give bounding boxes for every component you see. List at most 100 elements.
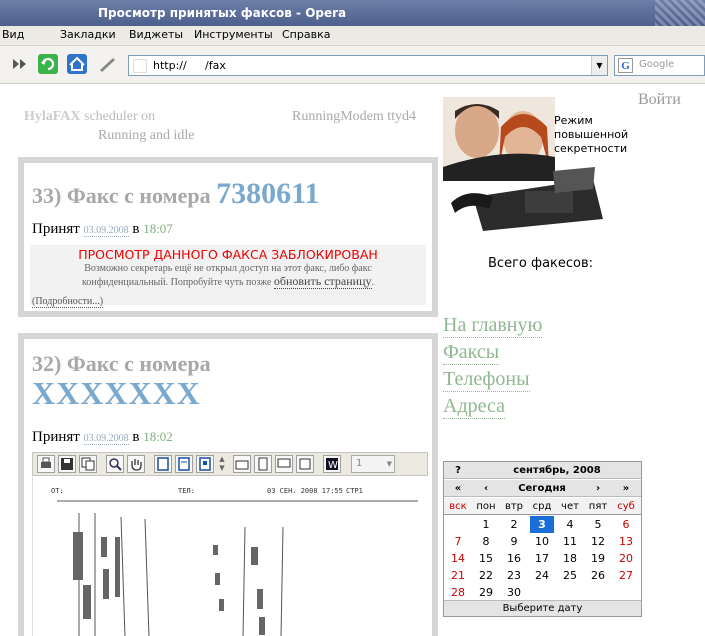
today-button[interactable]: Сегодня (500, 480, 584, 497)
calendar-day[interactable]: 13 (612, 533, 640, 550)
fax-heading: 33) Факс с номера 7380611 (32, 177, 319, 211)
next-month-button[interactable]: › (584, 480, 612, 497)
zoom-stepper[interactable]: ▲ ▼ (217, 455, 227, 473)
menu-help[interactable]: Справка (282, 28, 330, 41)
calendar-day (444, 516, 472, 533)
prev-month-button[interactable]: ‹ (472, 480, 500, 497)
calendar-day[interactable]: 9 (500, 533, 528, 550)
calendar-week: 7 8 9 10 11 12 13 (444, 533, 641, 550)
calendar-day[interactable]: 3 (530, 516, 554, 533)
calendar-day[interactable]: 11 (556, 533, 584, 550)
print-icon[interactable] (37, 455, 55, 473)
calendar-day[interactable]: 8 (472, 533, 500, 550)
calendar-day[interactable]: 30 (500, 584, 528, 601)
address-dropdown-icon[interactable]: ▼ (591, 56, 607, 75)
address-bar[interactable]: http:// /fax ▼ (128, 55, 608, 76)
calendar-day[interactable]: 14 (444, 550, 472, 567)
calendar-footer: Выберите дату (444, 600, 641, 616)
calendar-day[interactable]: 22 (472, 567, 500, 584)
received-in: в (132, 221, 140, 237)
search-field[interactable]: G Google (614, 55, 705, 76)
calendar-day[interactable]: 1 (472, 516, 500, 533)
menu-bar: Вид Закладки Виджеты Инструменты Справка (0, 26, 705, 46)
hand-icon[interactable] (127, 455, 145, 473)
calendar-day[interactable]: 17 (528, 550, 556, 567)
calendar-day[interactable]: 10 (528, 533, 556, 550)
edit-icon[interactable] (96, 53, 120, 75)
window-title: Просмотр принятых факсов - Opera (98, 6, 347, 20)
received-time: 18:07 (143, 221, 173, 236)
weekday-label: втр (504, 501, 524, 512)
weekday-label: срд (532, 501, 552, 512)
calendar-day[interactable]: 12 (584, 533, 612, 550)
nav-addresses[interactable]: Адреса (443, 395, 505, 419)
fit-width-icon[interactable] (175, 455, 193, 473)
calendar-day[interactable]: 4 (556, 516, 584, 533)
refresh-link[interactable]: обновить страницу (273, 274, 372, 289)
page-view-icon[interactable] (254, 455, 272, 473)
calendar-day[interactable]: 25 (556, 567, 584, 584)
calendar-day[interactable]: 27 (612, 567, 640, 584)
next-year-button[interactable]: » (612, 480, 640, 497)
calendar-day[interactable]: 5 (584, 516, 612, 533)
calendar-day[interactable]: 16 (500, 550, 528, 567)
nav-faxes[interactable]: Факсы (443, 341, 500, 365)
calendar-day[interactable]: 2 (500, 516, 528, 533)
scheduler-running: Running and idle (98, 128, 195, 143)
blocked-title: ПРОСМОТР ДАННОГО ФАКСА ЗАБЛОКИРОВАН (78, 247, 378, 262)
calendar-day[interactable]: 23 (500, 567, 528, 584)
nav-phones[interactable]: Телефоны (443, 368, 530, 392)
save-icon[interactable] (58, 455, 76, 473)
fax-scan-image (57, 500, 418, 636)
toolbar: http:// /fax ▼ G Google (0, 46, 705, 84)
properties-icon[interactable]: W (323, 455, 341, 473)
calendar-day[interactable]: 18 (556, 550, 584, 567)
weekday-label: чет (561, 501, 579, 512)
weekday-label: вск (449, 501, 467, 512)
address-protocol: http:// (153, 59, 187, 72)
menu-widgets[interactable]: Виджеты (129, 28, 183, 41)
calendar-day[interactable]: 28 (444, 584, 472, 601)
prev-year-button[interactable]: « (444, 480, 472, 497)
calendar-day[interactable]: 26 (584, 567, 612, 584)
nav-home[interactable]: На главную (443, 314, 543, 338)
zoom-icon[interactable] (106, 455, 124, 473)
menu-tools[interactable]: Инструменты (194, 28, 273, 41)
rotate-left-icon[interactable] (233, 455, 251, 473)
received-date[interactable]: 03.09.2008 (83, 433, 129, 445)
login-link[interactable]: Войти (638, 91, 681, 109)
menu-view[interactable]: Вид (2, 28, 24, 41)
rotate-right-icon[interactable] (275, 455, 293, 473)
scheduler-label: scheduler on (84, 109, 156, 124)
thumbnails-icon[interactable] (296, 455, 314, 473)
calendar-day (528, 584, 556, 601)
actual-size-icon[interactable] (196, 455, 214, 473)
calendar-day[interactable]: 20 (612, 550, 640, 567)
copy-icon[interactable] (79, 455, 97, 473)
calendar-weekdays: вск пон втр срд чет пят суб (444, 498, 641, 515)
details-link[interactable]: (Подробности...) (32, 296, 104, 308)
svg-text:W: W (328, 460, 338, 471)
calendar-day[interactable]: 15 (472, 550, 500, 567)
home-icon[interactable] (65, 53, 89, 75)
calendar-day[interactable]: 21 (444, 567, 472, 584)
menu-bookmarks[interactable]: Закладки (60, 28, 116, 41)
calendar-day[interactable]: 19 (584, 550, 612, 567)
calendar-day (612, 584, 640, 601)
reload-icon[interactable] (36, 53, 60, 75)
received-date[interactable]: 03.09.2008 (83, 225, 129, 237)
calendar-day[interactable]: 6 (612, 516, 640, 533)
fax-heading-label: 33) Факс с номера (32, 183, 211, 208)
calendar-help-button[interactable]: ? (444, 462, 472, 479)
scheduler-name: HylaFAX (24, 109, 81, 124)
fax-received: Принят 03.09.2008 в 18:02 (32, 429, 173, 446)
fit-page-icon[interactable] (154, 455, 172, 473)
page-select[interactable]: 1 ▼ (351, 455, 395, 473)
calendar-month-title: сентябрь, 2008 (513, 465, 601, 476)
calendar-day[interactable]: 24 (528, 567, 556, 584)
address-path: /fax (205, 59, 226, 72)
calendar-day[interactable]: 7 (444, 533, 472, 550)
calendar-day[interactable]: 29 (472, 584, 500, 601)
calendar-nav: « ‹ Сегодня › » (444, 480, 641, 497)
fast-forward-icon[interactable] (8, 53, 32, 75)
